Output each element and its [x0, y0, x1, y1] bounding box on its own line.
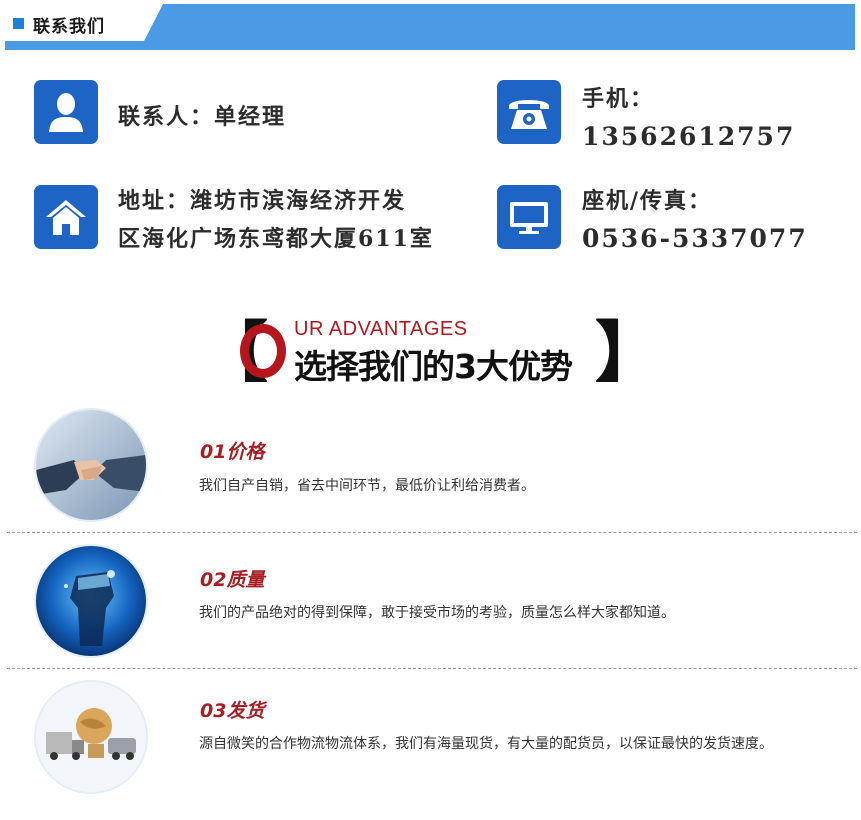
header-square-icon — [13, 18, 24, 29]
contact-person: 联系人：单经理 — [118, 104, 287, 130]
contact-mobile: 手机： 13562612757 — [582, 80, 795, 156]
mobile-number: 13562612757 — [582, 122, 796, 151]
address-line-2: 区海化广场东鸢都大厦611室 — [118, 226, 434, 252]
person-icon — [34, 80, 98, 144]
section-title: 联系我们 — [33, 17, 105, 37]
telephone-icon — [497, 80, 561, 144]
big-o-letter — [240, 324, 286, 378]
advantage-3-text: 源自微笑的合作物流物流体系，我们有海量现货，有大量的配货员，以保证最快的发货速度… — [199, 736, 773, 752]
fax-number: 0536-5337077 — [582, 224, 808, 253]
advantage-1-text: 我们自产自销，省去中间环节，最低价让利给消费者。 — [199, 478, 535, 494]
address-line-1: 地址：潍坊市滨海经济开发 — [118, 188, 407, 214]
mobile-label: 手机： — [582, 86, 655, 112]
advantages-chinese: 选择我们的3大优势 — [294, 347, 573, 386]
advantage-2-text: 我们的产品绝对的得到保障，敢于接受市场的考验，质量怎么样大家都知道。 — [199, 605, 675, 621]
fax-label: 座机/传真： — [582, 188, 713, 214]
right-bracket: 】 — [595, 314, 661, 391]
advantages-english: UR ADVANTAGES — [294, 318, 468, 340]
monitor-icon — [497, 185, 561, 249]
divider — [7, 532, 857, 533]
divider — [7, 668, 857, 669]
logistics-image — [34, 680, 148, 794]
fist-image — [34, 544, 148, 658]
home-icon — [34, 185, 98, 249]
contact-address: 地址：潍坊市滨海经济开发 区海化广场东鸢都大厦611室 — [118, 182, 434, 258]
contact-fax: 座机/传真： 0536-5337077 — [582, 182, 808, 258]
handshake-image — [34, 408, 148, 522]
advantages-title: 【 UR ADVANTAGES 选择我们的3大优势 】 — [202, 318, 661, 394]
advantage-2-heading: 02质量 — [200, 569, 265, 591]
advantage-1-heading: 01价格 — [200, 441, 265, 463]
advantage-3-heading: 03发货 — [200, 700, 265, 722]
